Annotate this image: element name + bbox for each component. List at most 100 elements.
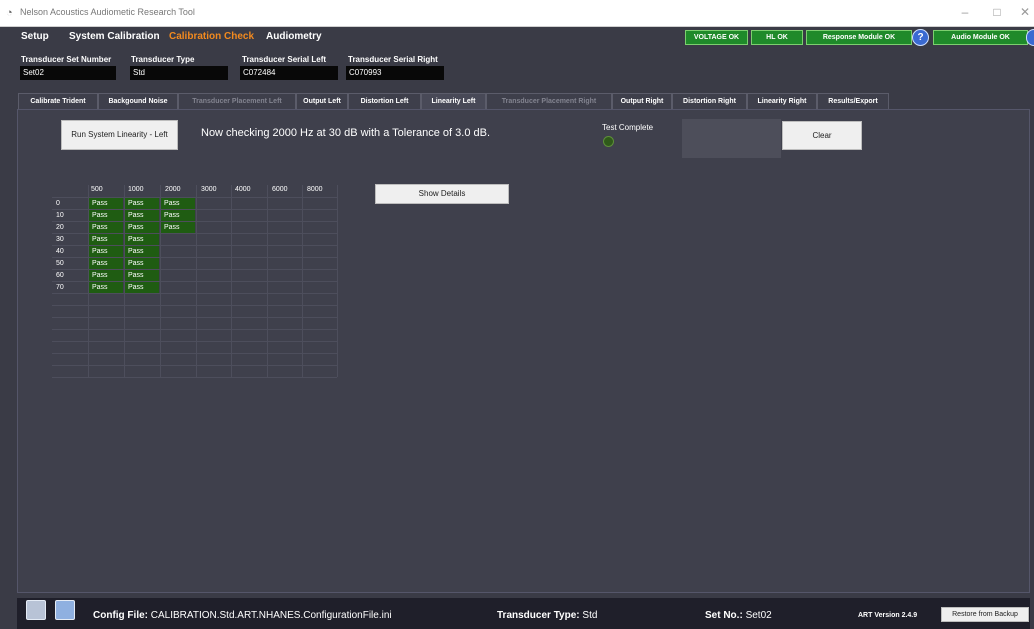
grid-row-line — [52, 329, 337, 330]
grid-row-line — [52, 317, 337, 318]
level-label: 0 — [56, 200, 60, 207]
test-complete-indicator-icon — [603, 136, 614, 147]
grid-row-line — [52, 305, 337, 306]
app-logo-icon: ◔ — [6, 7, 13, 19]
clear-button[interactable]: Clear — [782, 121, 862, 150]
freq-header: 8000 — [307, 186, 323, 193]
tab-calibrate-trident[interactable]: Calibrate Trident — [18, 93, 98, 109]
freq-header: 6000 — [272, 186, 288, 193]
config-file-status: Config File: CALIBRATION.Std.ART.NHANES.… — [93, 610, 392, 621]
freq-header: 4000 — [235, 186, 251, 193]
menu-audiometry[interactable]: Audiometry — [266, 31, 322, 42]
version-label: ART Version 2.4.9 — [858, 612, 918, 619]
response-module-status-badge: Response Module OK — [806, 30, 912, 45]
set-number-field[interactable]: Set02 — [20, 66, 116, 80]
result-cell: Pass — [125, 270, 159, 281]
maximize-icon[interactable]: □ — [989, 5, 1005, 19]
result-cell: Pass — [125, 282, 159, 293]
menu-system-calibration[interactable]: System Calibration — [69, 31, 160, 42]
result-cell: Pass — [89, 270, 123, 281]
freq-header: 3000 — [201, 186, 217, 193]
minimize-icon[interactable]: – — [957, 5, 973, 19]
result-cell: Pass — [161, 198, 195, 209]
grid-col-line — [196, 185, 197, 377]
voltage-status-badge: VOLTAGE OK — [685, 30, 748, 45]
result-cell: Pass — [89, 210, 123, 221]
run-linearity-left-button[interactable]: Run System Linearity - Left — [61, 120, 178, 150]
result-cell: Pass — [89, 246, 123, 257]
grid-row-line — [52, 377, 337, 378]
tab-background-noise[interactable]: Backgound Noise — [98, 93, 178, 109]
result-cell: Pass — [125, 234, 159, 245]
config-file-value: CALIBRATION.Std.ART.NHANES.Configuration… — [150, 610, 392, 621]
title-bar: ◔ Nelson Acoustics Audiometic Research T… — [0, 0, 1034, 27]
transducer-type-status: Transducer Type: Std — [497, 610, 597, 621]
restore-from-backup-button[interactable]: Restore from Backup — [941, 607, 1029, 622]
tab-output-right[interactable]: Output Right — [612, 93, 672, 109]
result-cell: Pass — [161, 210, 195, 221]
save-disk-icon[interactable] — [55, 600, 75, 620]
close-icon[interactable]: ✕ — [1017, 5, 1033, 19]
freq-header: 500 — [91, 186, 103, 193]
result-cell: Pass — [125, 198, 159, 209]
level-label: 50 — [56, 260, 64, 267]
bottom-set-label: Set No.: — [705, 610, 743, 621]
serial-right-field[interactable]: C070993 — [346, 66, 444, 80]
tab-linearity-left[interactable]: Linearity Left — [421, 93, 486, 109]
show-details-button[interactable]: Show Details — [375, 184, 509, 204]
result-cell: Pass — [89, 198, 123, 209]
result-cell: Pass — [89, 234, 123, 245]
result-cell: Pass — [89, 258, 123, 269]
result-cell: Pass — [89, 222, 123, 233]
serial-right-label: Transducer Serial Right — [348, 55, 438, 64]
level-label: 40 — [56, 248, 64, 255]
tab-linearity-right[interactable]: Linearity Right — [747, 93, 817, 109]
level-label: 30 — [56, 236, 64, 243]
result-cell: Pass — [161, 222, 195, 233]
status-message: Now checking 2000 Hz at 30 dB with a Tol… — [201, 127, 491, 139]
tab-distortion-right[interactable]: Distortion Right — [672, 93, 747, 109]
result-cell: Pass — [89, 282, 123, 293]
level-label: 10 — [56, 212, 64, 219]
transducer-type-label: Transducer Type — [131, 55, 195, 64]
linearity-left-panel — [17, 109, 1030, 593]
set-number-status: Set No.: Set02 — [705, 610, 772, 621]
transducer-type-field[interactable]: Std — [130, 66, 228, 80]
serial-left-label: Transducer Serial Left — [242, 55, 327, 64]
freq-header: 1000 — [128, 186, 144, 193]
grid-col-line — [302, 185, 303, 377]
test-complete-label: Test Complete — [602, 123, 654, 132]
result-cell: Pass — [125, 258, 159, 269]
info-icon[interactable] — [1026, 29, 1034, 46]
serial-left-field[interactable]: C072484 — [240, 66, 338, 80]
result-cell: Pass — [125, 210, 159, 221]
set-number-label: Transducer Set Number — [21, 55, 112, 64]
tab-distortion-left[interactable]: Distortion Left — [348, 93, 421, 109]
grid-col-line — [231, 185, 232, 377]
grid-row-line — [52, 365, 337, 366]
bottom-type-value: Std — [582, 610, 598, 621]
level-label: 20 — [56, 224, 64, 231]
help-icon[interactable]: ? — [912, 29, 929, 46]
settings-gear-icon[interactable] — [26, 600, 46, 620]
result-cell: Pass — [125, 222, 159, 233]
grid-col-line — [337, 185, 338, 377]
tab-transducer-placement-left[interactable]: Transducer Placement Left — [178, 93, 296, 109]
hl-status-badge: HL OK — [751, 30, 803, 45]
audio-module-status-badge: Audio Module OK — [933, 30, 1028, 45]
tab-output-left[interactable]: Output Left — [296, 93, 348, 109]
result-cell: Pass — [125, 246, 159, 257]
grid-row-line — [52, 293, 337, 294]
menu-calibration-check[interactable]: Calibration Check — [169, 31, 254, 42]
grid-row-line — [52, 341, 337, 342]
bottom-set-value: Set02 — [745, 610, 772, 621]
grid-col-line — [267, 185, 268, 377]
config-file-label: Config File: — [93, 610, 148, 621]
level-label: 70 — [56, 284, 64, 291]
tab-transducer-placement-right[interactable]: Transducer Placement Right — [486, 93, 612, 109]
bottom-type-label: Transducer Type: — [497, 610, 580, 621]
level-label: 60 — [56, 272, 64, 279]
menu-setup[interactable]: Setup — [21, 31, 49, 42]
tab-results-export[interactable]: Results/Export — [817, 93, 889, 109]
window-title: Nelson Acoustics Audiometic Research Too… — [20, 7, 195, 17]
